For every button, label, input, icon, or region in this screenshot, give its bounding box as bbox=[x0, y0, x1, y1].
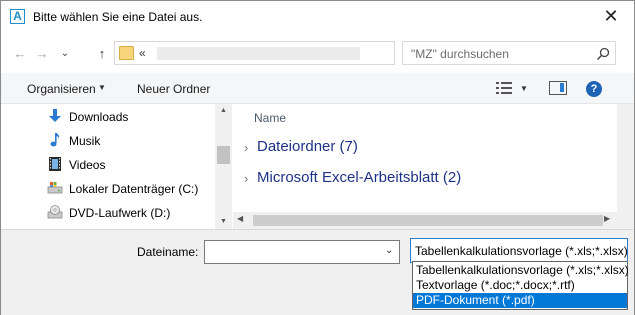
download-icon bbox=[49, 109, 61, 122]
app-logo-icon: A bbox=[10, 9, 25, 24]
chevron-down-icon[interactable]: ⌄ bbox=[385, 245, 393, 256]
group-label: Dateiordner (7) bbox=[257, 138, 358, 155]
recent-locations-button[interactable]: ⌄ bbox=[56, 45, 74, 63]
nav-pane-scrollbar[interactable]: ▲ ▼ bbox=[215, 104, 232, 229]
scroll-up-button[interactable]: ▲ bbox=[215, 104, 232, 118]
video-icon bbox=[49, 157, 61, 171]
navigation-pane: Downloads Musik Videos Lokaler Datenträg… bbox=[1, 104, 232, 229]
filename-label: Dateiname: bbox=[137, 245, 199, 259]
chevron-right-icon[interactable]: › bbox=[244, 140, 248, 155]
search-input[interactable]: "MZ" durchsuchen bbox=[402, 41, 616, 65]
search-placeholder: "MZ" durchsuchen bbox=[411, 47, 509, 61]
nav-item-label: Lokaler Datenträger (C:) bbox=[69, 182, 199, 196]
organize-button[interactable]: Organisieren bbox=[27, 82, 96, 96]
file-open-dialog: A Bitte wählen Sie eine Datei aus. ✕ ← →… bbox=[0, 0, 635, 315]
title-bar: A Bitte wählen Sie eine Datei aus. ✕ bbox=[1, 1, 634, 31]
scroll-left-button[interactable]: ◀ bbox=[237, 214, 243, 223]
file-list-vertical-scrollbar[interactable] bbox=[617, 104, 634, 229]
scroll-right-button[interactable]: ▶ bbox=[604, 214, 610, 223]
drive-icon bbox=[47, 182, 63, 194]
music-icon bbox=[50, 133, 60, 147]
new-folder-button[interactable]: Neuer Ordner bbox=[137, 82, 210, 96]
filename-input[interactable]: ⌄ bbox=[204, 240, 400, 264]
help-icon[interactable]: ? bbox=[586, 81, 602, 97]
filetype-option[interactable]: Tabellenkalkulationsvorlage (*.xls;*.xls… bbox=[413, 263, 629, 278]
nav-item-downloads[interactable]: Downloads bbox=[47, 106, 217, 126]
close-button[interactable]: ✕ bbox=[591, 5, 631, 29]
nav-item-local-disk[interactable]: Lokaler Datenträger (C:) bbox=[47, 178, 217, 198]
nav-item-dvd-drive[interactable]: DVD-Laufwerk (D:) bbox=[47, 202, 217, 222]
filetype-dropdown-list: Tabellenkalkulationsvorlage (*.xls;*.xls… bbox=[412, 261, 629, 310]
scroll-down-button[interactable]: ▼ bbox=[215, 215, 232, 229]
filetype-select[interactable]: Tabellenkalkulationsvorlage (*.xls;*.xls… bbox=[410, 238, 628, 263]
nav-item-label: Downloads bbox=[69, 110, 129, 124]
breadcrumb-path-redacted bbox=[157, 47, 360, 60]
nav-item-label: DVD-Laufwerk (D:) bbox=[69, 206, 171, 220]
command-bar: Organisieren ▼ Neuer Ordner ▼ ? bbox=[1, 73, 634, 104]
filename-area: Dateiname: ⌄ Tabellenkalkulationsvorlage… bbox=[1, 229, 634, 315]
scrollbar-thumb[interactable] bbox=[253, 215, 603, 226]
forward-button[interactable]: → bbox=[33, 45, 51, 63]
group-label: Microsoft Excel-Arbeitsblatt (2) bbox=[257, 169, 462, 186]
group-excel-worksheets[interactable]: › Microsoft Excel-Arbeitsblatt (2) bbox=[244, 168, 604, 190]
back-button[interactable]: ← bbox=[11, 45, 29, 63]
file-list: Name › Dateiordner (7) › Microsoft Excel… bbox=[233, 104, 616, 212]
nav-item-videos[interactable]: Videos bbox=[47, 154, 217, 174]
nav-item-label: Videos bbox=[69, 158, 106, 172]
folder-icon bbox=[119, 46, 134, 60]
view-dropdown-button[interactable]: ▼ bbox=[520, 84, 528, 93]
preview-pane-icon[interactable] bbox=[549, 81, 567, 95]
nav-item-label: Musik bbox=[69, 134, 101, 148]
filetype-option[interactable]: Textvorlage (*.doc;*.docx;*.rtf) bbox=[413, 278, 627, 293]
chevron-right-icon[interactable]: › bbox=[244, 171, 248, 186]
file-list-horizontal-scrollbar[interactable]: ◀ ▶ bbox=[233, 212, 617, 229]
nav-item-music[interactable]: Musik bbox=[47, 130, 217, 150]
search-icon[interactable] bbox=[596, 47, 610, 61]
address-bar[interactable]: « ⌄ ↻ bbox=[114, 41, 496, 65]
scrollbar-thumb[interactable] bbox=[217, 146, 230, 164]
chevron-down-icon: ▼ bbox=[98, 83, 106, 92]
up-button[interactable]: ↑ bbox=[93, 45, 111, 63]
dialog-title: Bitte wählen Sie eine Datei aus. bbox=[33, 10, 203, 24]
filetype-selected-value: Tabellenkalkulationsvorlage (*.xls;*.xls… bbox=[415, 244, 628, 258]
view-options-icon[interactable] bbox=[496, 82, 512, 95]
filetype-option-highlighted[interactable]: PDF-Dokument (*.pdf) bbox=[413, 293, 627, 308]
column-header-name[interactable]: Name bbox=[254, 111, 286, 125]
breadcrumb-overflow[interactable]: « bbox=[139, 46, 146, 60]
dvd-icon bbox=[47, 205, 63, 219]
group-folders[interactable]: › Dateiordner (7) bbox=[244, 137, 604, 159]
